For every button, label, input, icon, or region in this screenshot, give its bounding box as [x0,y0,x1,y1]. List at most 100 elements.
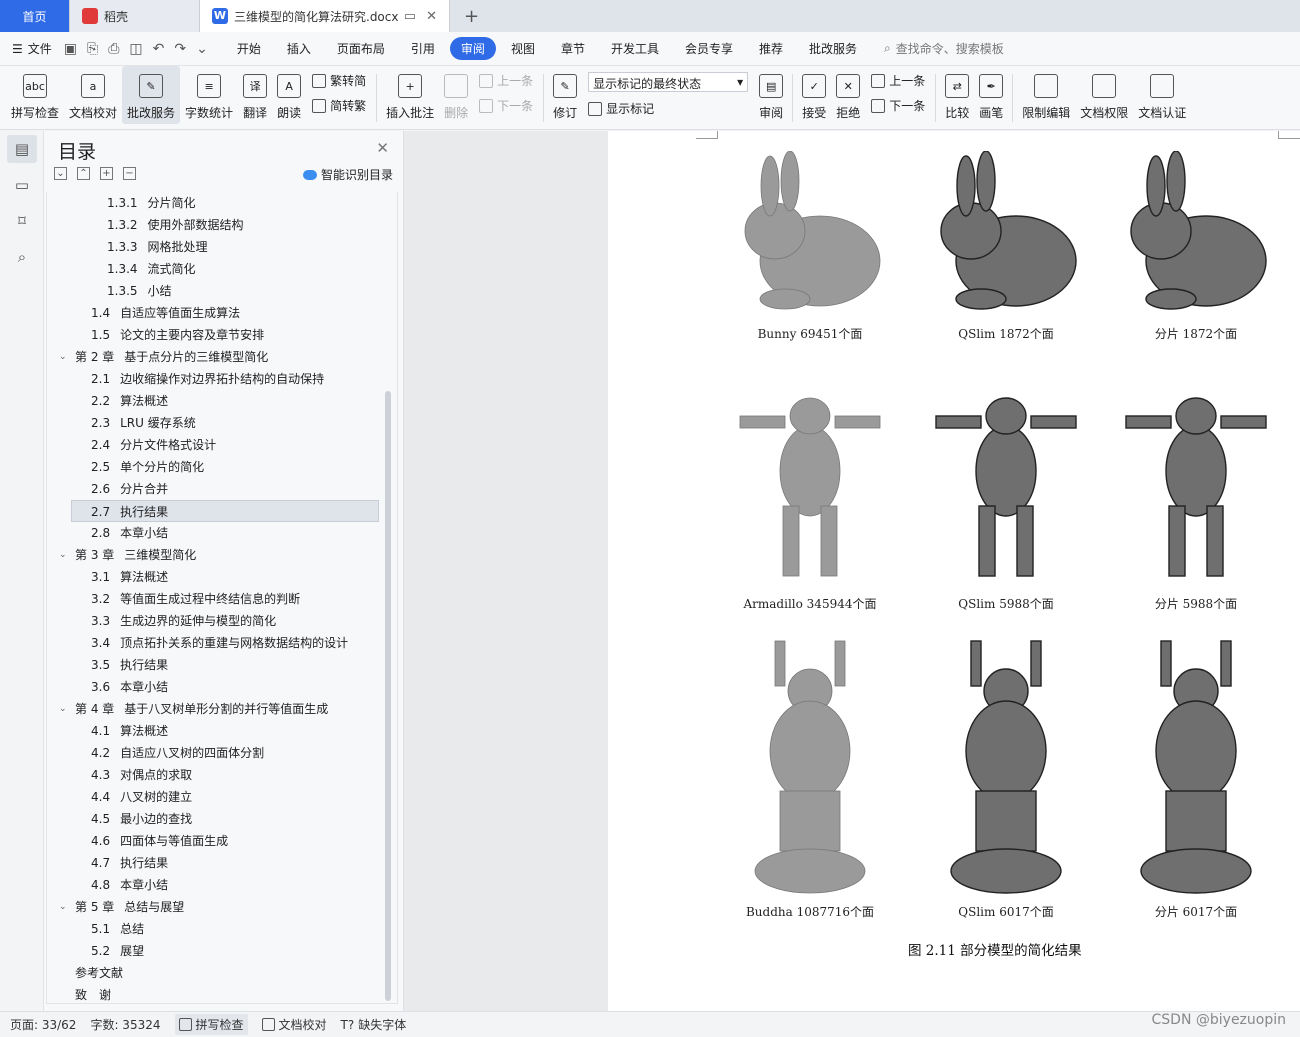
toc-item[interactable]: 2.1 边收缩操作对边界拓扑结构的自动保持 [47,368,397,390]
toc-item[interactable]: 3.2 等值面生成过程中终结信息的判断 [47,588,397,610]
undo-icon[interactable]: ↶ [153,41,165,57]
toc-scrollbar[interactable] [385,391,391,1001]
new-tab-button[interactable]: + [450,0,493,32]
toc-item[interactable]: 2.8 本章小结 [47,522,397,544]
toc-item[interactable]: 1.3.2 使用外部数据结构 [47,214,397,236]
toc-item[interactable]: 1.3.5 小结 [47,280,397,302]
redo-icon[interactable]: ↷ [174,41,186,57]
menu-chapter[interactable]: 章节 [550,37,596,60]
show-markup-button[interactable]: 显示标记 [588,100,748,117]
track-changes-button[interactable]: ✎ 修订 [548,66,582,121]
chevron-down-icon[interactable]: ⌄ [59,896,67,918]
menu-recommend[interactable]: 推荐 [748,37,794,60]
insert-comment-button[interactable]: + 插入批注 [381,66,439,121]
doc-permission-button[interactable]: 文档权限 [1075,66,1133,121]
compare-button[interactable]: ⇄ 比较 [940,66,974,121]
toc-item[interactable]: 4.4 八叉树的建立 [47,786,397,808]
toc-item[interactable]: 2.2 算法概述 [47,390,397,412]
toc-item[interactable]: 5.1 总结 [47,918,397,940]
menu-insert[interactable]: 插入 [276,37,322,60]
status-missing-font[interactable]: T? 缺失字体 [341,1016,407,1033]
next-change-button[interactable]: 下一条 [871,97,925,114]
smart-toc-button[interactable]: 智能识别目录 [302,166,393,183]
menu-devtools[interactable]: 开发工具 [600,37,670,60]
doc-proof-button[interactable]: a 文档校对 [64,66,122,121]
correction-service-button[interactable]: ✎ 批改服务 [122,66,181,124]
remove-heading-icon[interactable]: − [123,167,136,180]
delete-comment-button[interactable]: 删除 [439,66,473,121]
markup-state-select[interactable]: 显示标记的最终状态 ▾ [588,72,749,92]
toc-item[interactable]: 参考文献 [47,962,397,984]
toc-item[interactable]: 4.3 对偶点的求取 [47,764,397,786]
add-heading-icon[interactable]: + [100,167,113,180]
tab-home[interactable]: 首页 [0,0,70,32]
command-search[interactable]: ⌕ 查找命令、搜索模板 [884,40,1004,57]
chapter-nav-icon[interactable]: ▭ [7,171,37,199]
spell-check-button[interactable]: abc 拼写检查 [6,66,64,121]
bookmark-icon[interactable]: ⌑ [7,207,37,235]
status-doc-proof[interactable]: 文档校对 [261,1016,327,1033]
tab-daoke[interactable]: 稻壳 [70,0,200,32]
chevron-down-icon[interactable]: ⌄ [59,698,67,720]
toc-item[interactable]: 5.2 展望 [47,940,397,962]
close-icon[interactable]: ✕ [426,9,437,24]
close-icon[interactable]: ✕ [376,139,389,157]
menu-member[interactable]: 会员专享 [674,37,744,60]
menu-review[interactable]: 审阅 [449,37,496,60]
toc-item[interactable]: 3.6 本章小结 [47,676,397,698]
file-menu[interactable]: ☰ 文件 [12,40,52,57]
toc-item[interactable]: 2.6 分片合并 [47,478,397,500]
tab-float-icon[interactable]: ▭ [404,9,416,24]
toc-item[interactable]: 致 谢 [47,984,397,1003]
menu-start[interactable]: 开始 [226,37,272,60]
pen-button[interactable]: ✒ 画笔 [974,66,1008,121]
toc-item[interactable]: 4.6 四面体与等值面生成 [47,830,397,852]
toc-item[interactable]: 3.5 执行结果 [47,654,397,676]
restrict-edit-button[interactable]: 限制编辑 [1017,66,1075,121]
chevron-down-icon[interactable]: ⌄ [59,346,67,368]
print-preview-icon[interactable]: ◫ [129,41,142,57]
tab-document[interactable]: W 三维模型的简化算法研究.docx ▭ ✕ [200,0,450,32]
toc-item[interactable]: 3.4 顶点拓扑关系的重建与网格数据结构的设计 [47,632,397,654]
chevron-down-icon[interactable]: ⌄ [59,544,67,566]
review-pane-button[interactable]: ▤ 审阅 [754,66,788,121]
doc-certify-button[interactable]: 文档认证 [1133,66,1191,121]
menu-view[interactable]: 视图 [500,37,546,60]
toc-item[interactable]: ⌄ 第 3 章三维模型简化 [47,544,397,566]
toc-item[interactable]: 2.4 分片文件格式设计 [47,434,397,456]
toc-item[interactable]: 1.3.4 流式简化 [47,258,397,280]
prev-change-button[interactable]: 上一条 [871,72,925,89]
toc-item[interactable]: 4.2 自适应八叉树的四面体分割 [47,742,397,764]
toc-item[interactable]: 4.8 本章小结 [47,874,397,896]
toc-item[interactable]: 4.7 执行结果 [47,852,397,874]
toc-item[interactable]: 3.3 生成边界的延伸与模型的简化 [47,610,397,632]
status-spell-check[interactable]: 拼写检查 [174,1014,248,1035]
toc-item[interactable]: ⌄ 第 5 章总结与展望 [47,896,397,918]
menu-correction[interactable]: 批改服务 [798,37,868,60]
toc-item[interactable]: 3.1 算法概述 [47,566,397,588]
save-icon[interactable]: ▣ [64,41,77,57]
next-comment-button[interactable]: 下一条 [479,97,533,114]
outline-icon[interactable]: ▤ [7,135,37,163]
menu-references[interactable]: 引用 [400,37,446,60]
word-count-button[interactable]: ≡ 字数统计 [180,66,238,121]
word-count[interactable]: 字数: 35324 [90,1016,160,1033]
toc-item[interactable]: 4.1 算法概述 [47,720,397,742]
toc-item[interactable]: 1.3.1 分片简化 [47,192,397,214]
expand-all-icon[interactable]: ⌃ [77,167,90,180]
simplified-to-traditional-button[interactable]: 简转繁 [312,97,366,114]
collapse-all-icon[interactable]: ⌄ [54,167,67,180]
read-aloud-button[interactable]: A 朗读 [272,66,306,121]
reject-button[interactable]: ✕ 拒绝 [831,66,865,121]
print-icon[interactable]: ⎙ [108,41,119,57]
export-icon[interactable]: ⎘ [87,41,98,57]
prev-comment-button[interactable]: 上一条 [479,72,533,89]
chevron-down-icon[interactable]: ⌄ [196,41,208,57]
page-indicator[interactable]: 页面: 33/62 [10,1016,76,1033]
toc-item[interactable]: 2.3 LRU 缓存系统 [47,412,397,434]
toc-item[interactable]: 1.3.3 网格批处理 [47,236,397,258]
toc-item[interactable]: 4.5 最小边的查找 [47,808,397,830]
search-icon[interactable]: ⌕ [7,243,37,271]
toc-item[interactable]: ⌄ 第 2 章基于点分片的三维模型简化 [47,346,397,368]
traditional-to-simplified-button[interactable]: 繁转简 [312,72,366,89]
